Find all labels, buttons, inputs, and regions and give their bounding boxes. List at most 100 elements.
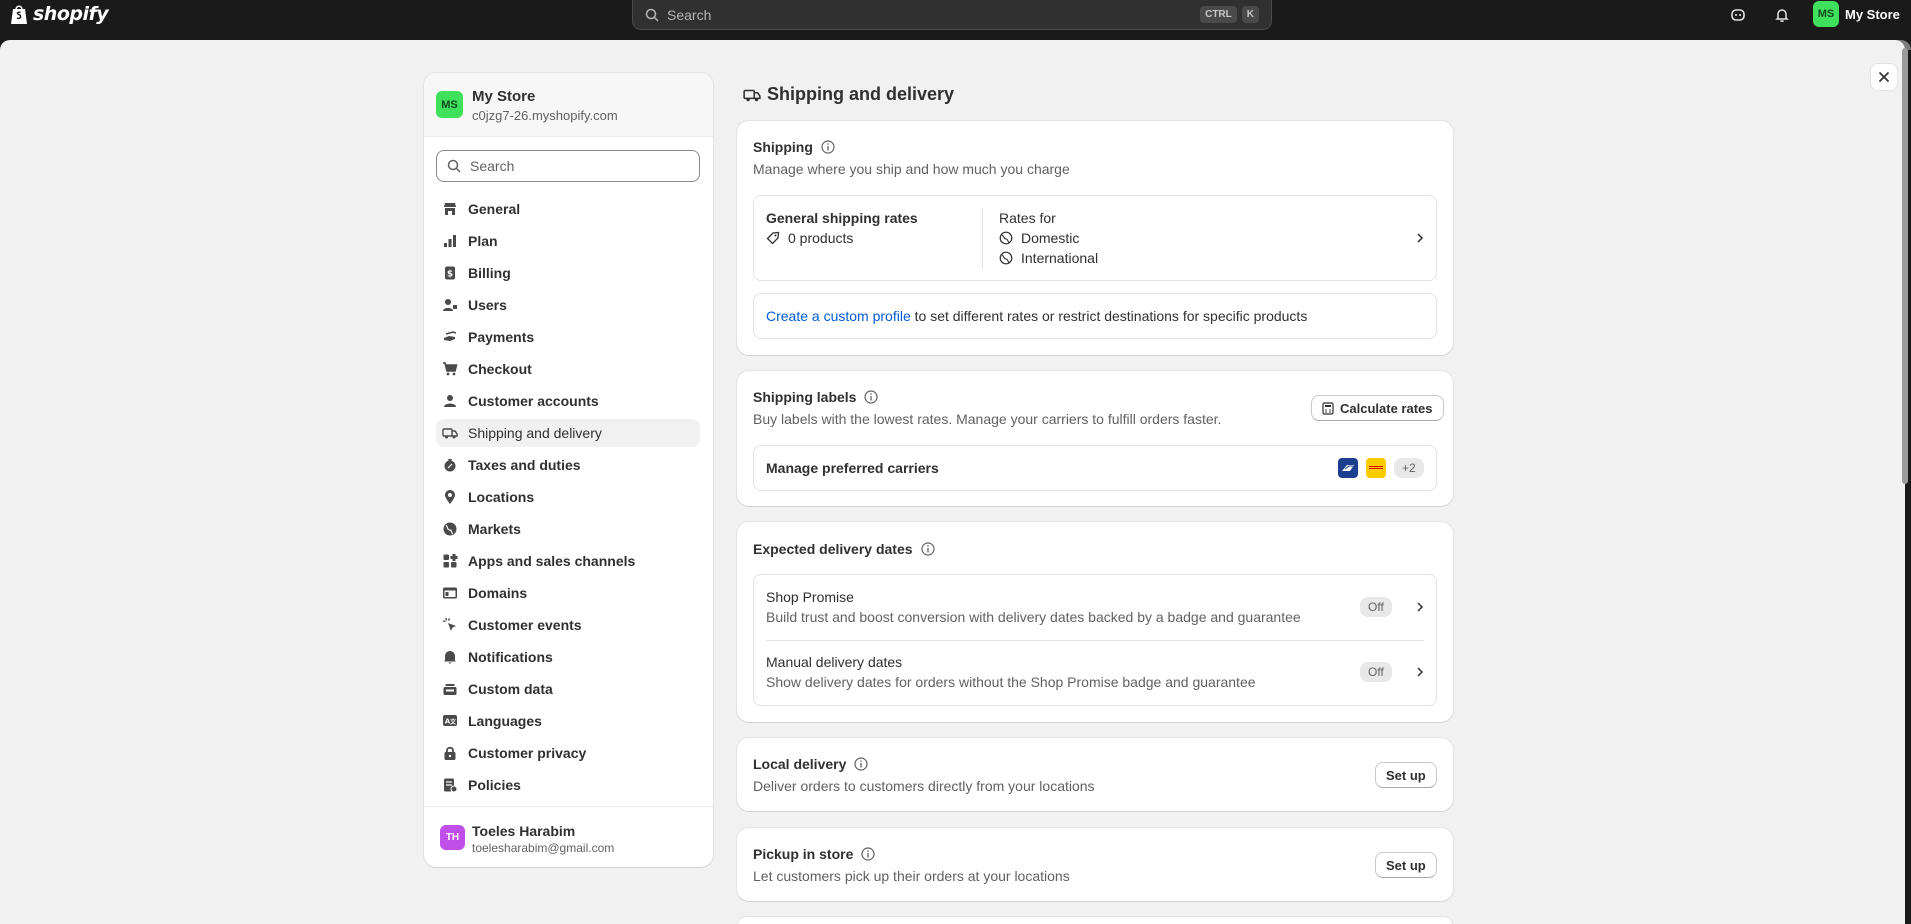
notifications-bell-icon[interactable] — [1768, 3, 1796, 27]
store-header[interactable]: MS My Store c0jzg7-26.myshopify.com — [424, 73, 713, 137]
sidebar-item-domains[interactable]: Domains — [436, 579, 700, 607]
create-custom-profile-link[interactable]: Create a custom profile — [766, 308, 911, 324]
chevron-right-icon — [1417, 602, 1424, 612]
sidebar-item-customer-events[interactable]: Customer events — [436, 611, 700, 639]
billing-icon: $ — [442, 265, 458, 281]
lock-icon — [442, 745, 458, 761]
more-carriers-badge: +2 — [1394, 458, 1424, 478]
sidebar-item-taxes-and-duties[interactable]: Taxes and duties — [436, 451, 700, 479]
search-icon — [447, 159, 461, 173]
truck-icon — [442, 425, 458, 441]
chevron-right-icon — [1417, 667, 1424, 677]
store-icon — [442, 201, 458, 217]
top-bar: shopify Search CTRL K MS My Store — [0, 0, 1911, 44]
local-delivery-setup-button[interactable]: Set up — [1375, 762, 1437, 788]
store-domain: c0jzg7-26.myshopify.com — [472, 108, 618, 123]
delivery-dates-title: Expected delivery dates — [753, 541, 935, 557]
sidebar-item-apps-and-sales-channels[interactable]: Apps and sales channels — [436, 547, 700, 575]
next-card-partial — [737, 917, 1453, 924]
sidebar-item-label: Customer privacy — [468, 745, 587, 761]
info-icon[interactable] — [864, 390, 879, 404]
sidebar-item-label: Plan — [468, 233, 498, 249]
sidebar-item-policies[interactable]: Policies — [436, 771, 700, 799]
scrollbar[interactable] — [1902, 48, 1908, 484]
info-icon[interactable] — [854, 757, 868, 771]
users-icon — [442, 297, 458, 313]
general-shipping-rates-row[interactable]: General shipping rates 0 products Rates … — [753, 195, 1437, 281]
policies-icon — [442, 777, 458, 793]
user-footer[interactable]: TH Toeles Harabim toelesharabim@gmail.co… — [424, 806, 713, 867]
page-title-text: Shipping and delivery — [767, 84, 955, 104]
settings-search-input[interactable]: Search — [436, 150, 700, 182]
store-avatar: MS — [436, 91, 463, 118]
local-delivery-title-text: Local delivery — [753, 756, 847, 772]
sidebar-item-label: Domains — [468, 585, 528, 601]
domains-icon — [442, 585, 458, 601]
preferred-carriers-label: Manage preferred carriers — [766, 460, 939, 476]
shopify-logo[interactable]: shopify — [10, 3, 109, 25]
shop-promise-status-badge: Off — [1360, 597, 1392, 617]
pickup-setup-button[interactable]: Set up — [1375, 852, 1437, 878]
sidebar-item-billing[interactable]: $ Billing — [436, 259, 700, 287]
info-icon[interactable] — [861, 847, 875, 861]
sidebar-item-customer-privacy[interactable]: Customer privacy — [436, 739, 700, 767]
svg-text:文: 文 — [449, 718, 457, 726]
store-menu[interactable]: MS My Store — [1813, 1, 1900, 27]
sidebar-item-markets[interactable]: Markets — [436, 515, 700, 543]
zone-international-text: International — [1021, 250, 1099, 266]
sidebar-item-checkout[interactable]: Checkout — [436, 355, 700, 383]
globe-icon — [999, 231, 1013, 245]
user-avatar: TH — [440, 825, 465, 850]
rates-for-label: Rates for — [999, 210, 1056, 226]
sidekick-icon[interactable] — [1724, 3, 1752, 27]
sidebar-item-users[interactable]: Users — [436, 291, 700, 319]
sidebar-item-plan[interactable]: Plan — [436, 227, 700, 255]
calculate-rates-label: Calculate rates — [1340, 400, 1433, 416]
shipping-labels-title-text: Shipping labels — [753, 389, 857, 405]
pickup-in-store-card: Pickup in store Let customers pick up th… — [737, 828, 1453, 901]
sidebar-item-general[interactable]: General — [436, 195, 700, 223]
sidebar-item-label: Languages — [468, 713, 542, 729]
sidebar-item-label: Custom data — [468, 681, 553, 697]
chevron-right-icon — [1417, 233, 1424, 243]
sidebar-item-payments[interactable]: Payments — [436, 323, 700, 351]
sidebar-item-label: Apps and sales channels — [468, 553, 636, 569]
settings-sidebar: MS My Store c0jzg7-26.myshopify.com Sear… — [424, 73, 713, 867]
sidebar-item-custom-data[interactable]: Custom data — [436, 675, 700, 703]
sidebar-item-label: Markets — [468, 521, 521, 537]
zone-international: International — [999, 250, 1098, 266]
delivery-dates-card: Expected delivery dates Shop Promise Bui… — [737, 522, 1453, 722]
preferred-carriers-row[interactable]: Manage preferred carriers +2 — [753, 445, 1437, 491]
info-icon[interactable] — [920, 542, 935, 556]
info-icon[interactable] — [821, 140, 835, 154]
close-icon — [1878, 71, 1890, 83]
sidebar-item-label: Users — [468, 297, 507, 313]
sidebar-item-customer-accounts[interactable]: Customer accounts — [436, 387, 700, 415]
delivery-dates-title-text: Expected delivery dates — [753, 541, 913, 557]
tax-icon — [442, 457, 458, 473]
shipping-labels-subtitle: Buy labels with the lowest rates. Manage… — [753, 411, 1222, 427]
sidebar-item-label: Checkout — [468, 361, 532, 377]
globe-icon — [999, 251, 1013, 265]
location-icon — [442, 489, 458, 505]
sidebar-item-shipping-and-delivery[interactable]: Shipping and delivery — [436, 419, 700, 447]
truck-icon — [743, 86, 761, 104]
plan-icon — [442, 233, 458, 249]
local-delivery-subtitle: Deliver orders to customers directly fro… — [753, 778, 1095, 794]
sidebar-item-notifications[interactable]: Notifications — [436, 643, 700, 671]
manual-delivery-dates-row[interactable]: Manual delivery dates Show delivery date… — [754, 641, 1436, 706]
top-search-bar[interactable]: Search CTRL K — [632, 0, 1272, 30]
close-settings-button[interactable] — [1870, 63, 1898, 91]
shop-promise-row[interactable]: Shop Promise Build trust and boost conve… — [754, 575, 1436, 640]
pickup-title-text: Pickup in store — [753, 846, 854, 862]
sidebar-item-locations[interactable]: Locations — [436, 483, 700, 511]
shipping-labels-title: Shipping labels — [753, 389, 879, 405]
cursor-icon — [442, 617, 458, 633]
globe-icon — [442, 521, 458, 537]
calculate-rates-button[interactable]: Calculate rates — [1311, 395, 1444, 421]
divider — [982, 208, 983, 268]
sidebar-item-languages[interactable]: A 文 Languages — [436, 707, 700, 735]
shop-promise-desc: Build trust and boost conversion with de… — [766, 609, 1301, 625]
kbd-ctrl: CTRL — [1200, 6, 1237, 23]
data-icon — [442, 681, 458, 697]
